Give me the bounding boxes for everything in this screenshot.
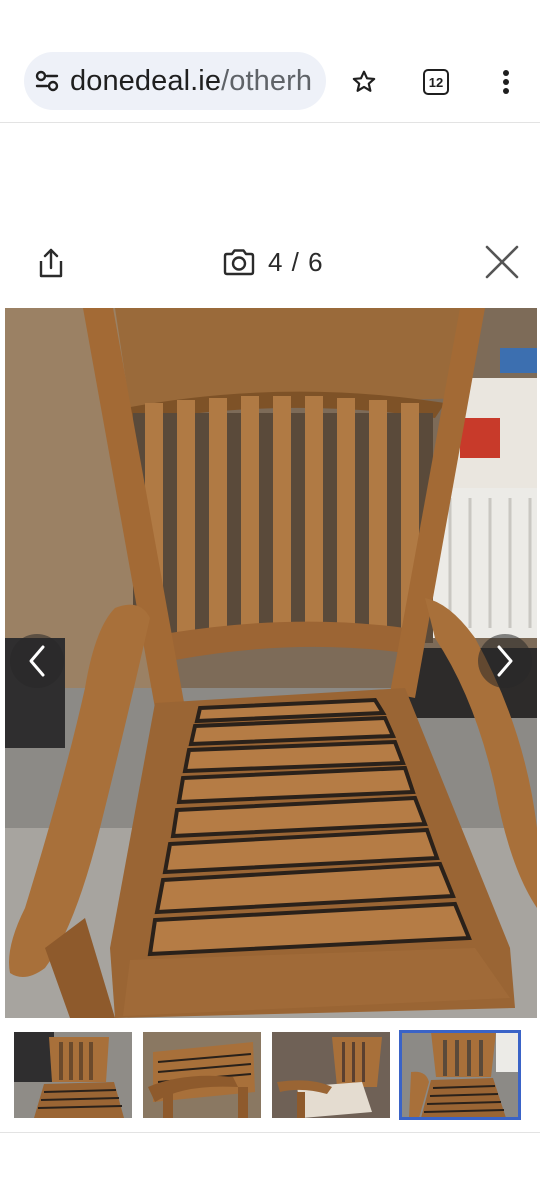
- url-host: donedeal.ie: [70, 64, 222, 97]
- chevron-left-icon: [29, 645, 45, 677]
- browser-toolbar: donedeal.ie/otherh 12: [0, 0, 540, 123]
- more-vert-icon: [503, 70, 509, 94]
- tabs-icon: 12: [423, 69, 449, 95]
- main-photo[interactable]: [5, 308, 537, 1018]
- thumbnail-photo-4[interactable]: [143, 1032, 261, 1118]
- tab-count: 12: [428, 74, 444, 90]
- bookmark-button[interactable]: [344, 62, 384, 102]
- address-bar[interactable]: donedeal.ie/otherh: [24, 52, 326, 110]
- thumbnail-photo-3[interactable]: [14, 1032, 132, 1118]
- chevron-right-icon: [497, 645, 513, 677]
- previous-photo-button[interactable]: [10, 634, 64, 688]
- tab-switcher-button[interactable]: 12: [416, 62, 456, 102]
- next-photo-button[interactable]: [478, 634, 532, 688]
- divider: [0, 1132, 540, 1133]
- chair-photo: [5, 308, 537, 1018]
- close-icon[interactable]: [484, 244, 520, 280]
- gallery-header: 4 / 6: [0, 230, 540, 294]
- url-path: /otherh: [221, 64, 313, 97]
- star-icon: [352, 70, 376, 92]
- browser-menu-button[interactable]: [486, 62, 526, 102]
- thumbnail-strip: [0, 1028, 540, 1122]
- photo-counter: 4 / 6: [222, 244, 324, 280]
- camera-icon: [223, 249, 255, 276]
- thumbnail-photo-5[interactable]: [272, 1032, 390, 1118]
- thumbnail-photo-6[interactable]: [399, 1030, 521, 1120]
- share-icon[interactable]: [34, 246, 68, 280]
- tune-icon[interactable]: [34, 68, 60, 94]
- photo-counter-text: 4 / 6: [268, 246, 324, 277]
- url-text[interactable]: donedeal.ie/otherh: [70, 65, 312, 98]
